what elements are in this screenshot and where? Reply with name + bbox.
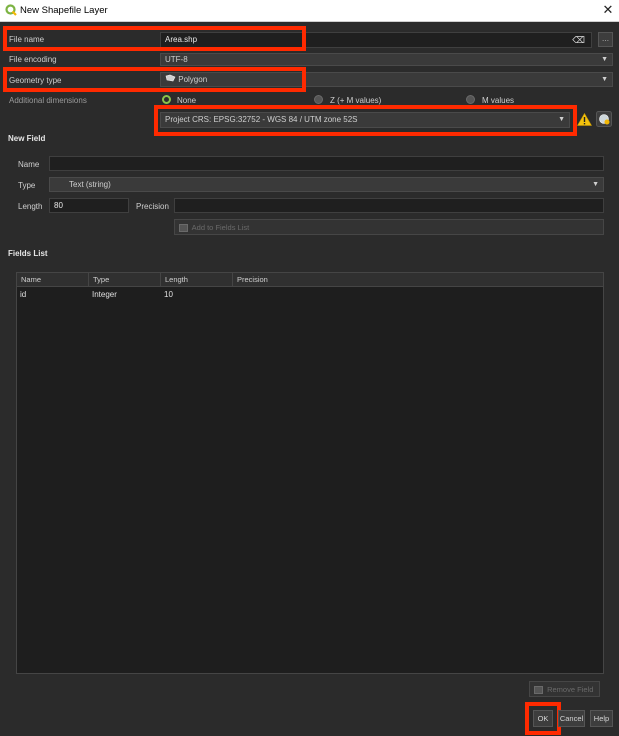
warning-triangle-icon <box>577 113 592 126</box>
field-length-label: Length <box>18 202 43 211</box>
table-cell-type[interactable]: Integer <box>89 290 117 299</box>
fields-list-heading: Fields List <box>8 249 48 258</box>
qgis-logo-icon <box>5 4 17 16</box>
column-header-precision[interactable]: Precision <box>233 273 603 287</box>
radio-z-m-values[interactable] <box>314 95 323 104</box>
file-encoding-select[interactable]: UTF-8 ▼ <box>160 53 613 66</box>
field-type-label: Type <box>18 181 36 190</box>
close-icon[interactable]: ✕ <box>600 2 616 18</box>
radio-none[interactable] <box>162 95 171 104</box>
radio-none-label: None <box>177 96 197 105</box>
radio-z-m-values-label: Z (+ M values) <box>330 96 382 105</box>
select-crs-icon[interactable] <box>596 111 612 127</box>
column-header-name[interactable]: Name <box>17 273 89 287</box>
window-title: New Shapefile Layer <box>20 5 108 16</box>
remove-field-label: Remove Field <box>547 685 594 694</box>
chevron-down-icon: ▼ <box>601 56 608 63</box>
field-type-select[interactable]: Text (string) ▼ <box>49 177 604 192</box>
field-name-label: Name <box>18 160 40 169</box>
radio-m-values-label: M values <box>482 96 515 105</box>
field-precision-label: Precision <box>136 202 169 211</box>
remove-field-button[interactable]: Remove Field <box>529 681 600 697</box>
new-field-heading: New Field <box>8 134 46 143</box>
highlight-file-name <box>3 26 306 51</box>
remove-field-icon <box>534 686 543 695</box>
cancel-button[interactable]: Cancel <box>558 710 585 727</box>
highlight-crs <box>154 105 577 136</box>
chevron-down-icon: ▼ <box>601 76 608 83</box>
column-header-length[interactable]: Length <box>161 273 233 287</box>
clear-icon[interactable]: ⌫ <box>572 33 585 47</box>
additional-dimensions-label: Additional dimensions <box>9 96 87 105</box>
highlight-ok <box>525 702 561 735</box>
radio-m-values[interactable] <box>466 95 475 104</box>
file-encoding-label: File encoding <box>9 55 57 64</box>
highlight-geometry-type <box>3 67 306 92</box>
file-encoding-value: UTF-8 <box>165 55 188 64</box>
help-button[interactable]: Help <box>590 710 613 727</box>
field-precision-input[interactable] <box>174 198 604 213</box>
field-length-input[interactable]: 80 <box>49 198 129 213</box>
field-type-value: Text (string) <box>69 180 111 189</box>
chevron-down-icon: ▼ <box>592 181 599 188</box>
add-to-fields-list-label: Add to Fields List <box>191 223 250 232</box>
column-header-type[interactable]: Type <box>89 273 161 287</box>
title-bar: New Shapefile Layer ✕ <box>0 0 619 22</box>
table-cell-length[interactable]: 10 <box>161 290 173 299</box>
field-name-input[interactable] <box>49 156 604 171</box>
table-cell-name[interactable]: id <box>17 290 26 299</box>
browse-button[interactable]: … <box>598 32 613 47</box>
fields-list-table[interactable]: Name Type Length Precision id Integer 10 <box>16 272 604 674</box>
add-field-icon <box>179 224 188 233</box>
field-length-value: 80 <box>54 201 63 210</box>
add-to-fields-list-button[interactable]: Add to Fields List <box>174 219 604 235</box>
